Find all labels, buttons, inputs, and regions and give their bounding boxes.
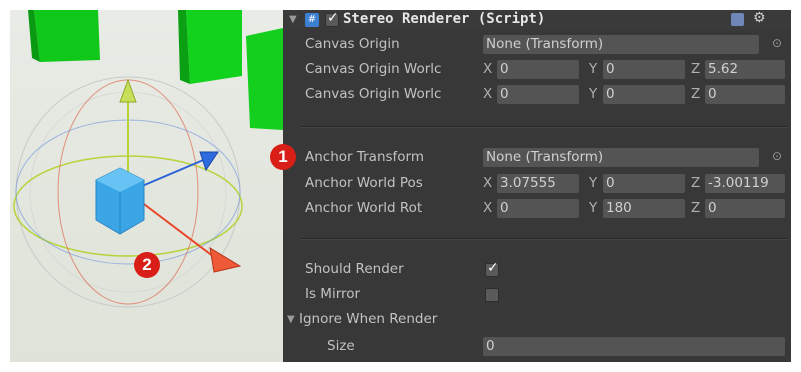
row-anchor-world-rot: Anchor World Rot X 0 Y 180 Z 0 xyxy=(283,197,791,219)
canvas-origin-world-pos-label: Canvas Origin Worlc xyxy=(305,61,442,77)
object-picker-icon[interactable]: ⊙ xyxy=(772,149,782,163)
row-anchor-world-pos: Anchor World Pos X 3.07555 Y 0 Z -3.0011… xyxy=(283,172,791,194)
section-divider xyxy=(301,126,789,128)
x-axis-label: X xyxy=(483,175,493,191)
canvas-origin-label: Canvas Origin xyxy=(305,36,400,52)
scene-view[interactable]: 2 xyxy=(10,10,283,362)
canvas-origin-field[interactable]: None (Transform) xyxy=(483,35,759,54)
z-axis-label: Z xyxy=(691,200,701,216)
anchor-rot-x-field[interactable]: 0 xyxy=(497,199,579,218)
row-should-render: Should Render ✓ xyxy=(283,258,791,280)
anchor-transform-field[interactable]: None (Transform) xyxy=(483,148,759,167)
component-header[interactable]: ▼ # ✓ Stereo Renderer (Script) ⚙ xyxy=(283,10,791,30)
canvas-origin-world-rot-label: Canvas Origin Worlc xyxy=(305,86,442,102)
canvas-origin-pos-y-field[interactable]: 0 xyxy=(603,60,685,79)
green-pillar-right[interactable] xyxy=(246,28,283,130)
row-canvas-origin-world-pos: Canvas Origin Worlc X 0 Y 0 Z 5.62 xyxy=(283,58,791,80)
component-enabled-checkbox[interactable]: ✓ xyxy=(325,10,339,27)
anchor-pos-y-field[interactable]: 0 xyxy=(603,174,685,193)
canvas-origin-rot-x-field[interactable]: 0 xyxy=(497,85,579,104)
anchor-transform-label: Anchor Transform xyxy=(305,149,425,165)
y-axis-label: Y xyxy=(589,200,598,216)
translate-cone-icon-y[interactable] xyxy=(119,78,137,103)
canvas-origin-rot-y-field[interactable]: 0 xyxy=(603,85,685,104)
y-axis-label: Y xyxy=(589,175,598,191)
screenshot-root: 2 ▼ # ✓ Stereo Renderer (Script) ⚙ Canva… xyxy=(0,0,801,372)
settings-gear-icon[interactable]: ⚙ xyxy=(753,10,766,26)
z-axis-label: Z xyxy=(691,175,701,191)
row-size: Size 0 xyxy=(283,335,791,357)
help-book-icon[interactable] xyxy=(731,13,744,26)
row-canvas-origin: Canvas Origin None (Transform) ⊙ xyxy=(283,33,791,55)
row-ignore-when-render[interactable]: ▼ Ignore When Render xyxy=(283,308,791,330)
component-title: Stereo Renderer (Script) xyxy=(343,11,546,27)
scene-canvas[interactable] xyxy=(10,10,283,362)
should-render-checkbox[interactable]: ✓ xyxy=(485,260,499,277)
z-axis-label: Z xyxy=(691,86,701,102)
checkmark-icon: ✓ xyxy=(487,260,499,276)
is-mirror-checkbox[interactable] xyxy=(485,288,499,302)
anchor-rot-z-field[interactable]: 0 xyxy=(705,199,785,218)
script-icon: # xyxy=(305,13,319,27)
inspector-panel: ▼ # ✓ Stereo Renderer (Script) ⚙ Canvas … xyxy=(283,10,791,362)
callout-badge-2: 2 xyxy=(134,252,160,278)
ignore-when-render-label: Ignore When Render xyxy=(299,311,438,327)
canvas-origin-pos-z-field[interactable]: 5.62 xyxy=(705,60,785,79)
row-is-mirror: Is Mirror xyxy=(283,283,791,305)
foldout-arrow-icon[interactable]: ▼ xyxy=(287,314,295,325)
anchor-rot-y-field[interactable]: 180 xyxy=(603,199,685,218)
row-canvas-origin-world-rot: Canvas Origin Worlc X 0 Y 0 Z 0 xyxy=(283,83,791,105)
anchor-world-pos-label: Anchor World Pos xyxy=(305,175,423,191)
anchor-pos-x-field[interactable]: 3.07555 xyxy=(497,174,579,193)
y-axis-label: Y xyxy=(589,86,598,102)
x-axis-label: X xyxy=(483,61,493,77)
canvas-origin-pos-x-field[interactable]: 0 xyxy=(497,60,579,79)
z-axis-label: Z xyxy=(691,61,701,77)
anchor-world-rot-label: Anchor World Rot xyxy=(305,200,423,216)
y-axis-label: Y xyxy=(589,61,598,77)
checkmark-icon: ✓ xyxy=(327,10,339,26)
x-axis-label: X xyxy=(483,86,493,102)
size-field[interactable]: 0 xyxy=(483,337,785,356)
section-divider xyxy=(301,238,789,240)
green-pillar-middle[interactable] xyxy=(186,10,242,84)
row-anchor-transform: Anchor Transform None (Transform) ⊙ xyxy=(283,146,791,168)
foldout-arrow-icon[interactable]: ▼ xyxy=(289,14,297,25)
x-axis-label: X xyxy=(483,200,493,216)
should-render-label: Should Render xyxy=(305,261,404,277)
translate-cone-icon-z[interactable] xyxy=(199,151,219,172)
translate-cone-icon-x[interactable] xyxy=(209,247,242,273)
anchor-pos-z-field[interactable]: -3.00119 xyxy=(705,174,785,193)
green-pillar-left[interactable] xyxy=(34,10,100,62)
object-picker-icon[interactable]: ⊙ xyxy=(772,36,782,50)
callout-badge-1: 1 xyxy=(270,144,296,170)
size-label: Size xyxy=(327,338,355,354)
canvas-origin-rot-z-field[interactable]: 0 xyxy=(705,85,785,104)
is-mirror-label: Is Mirror xyxy=(305,286,361,302)
